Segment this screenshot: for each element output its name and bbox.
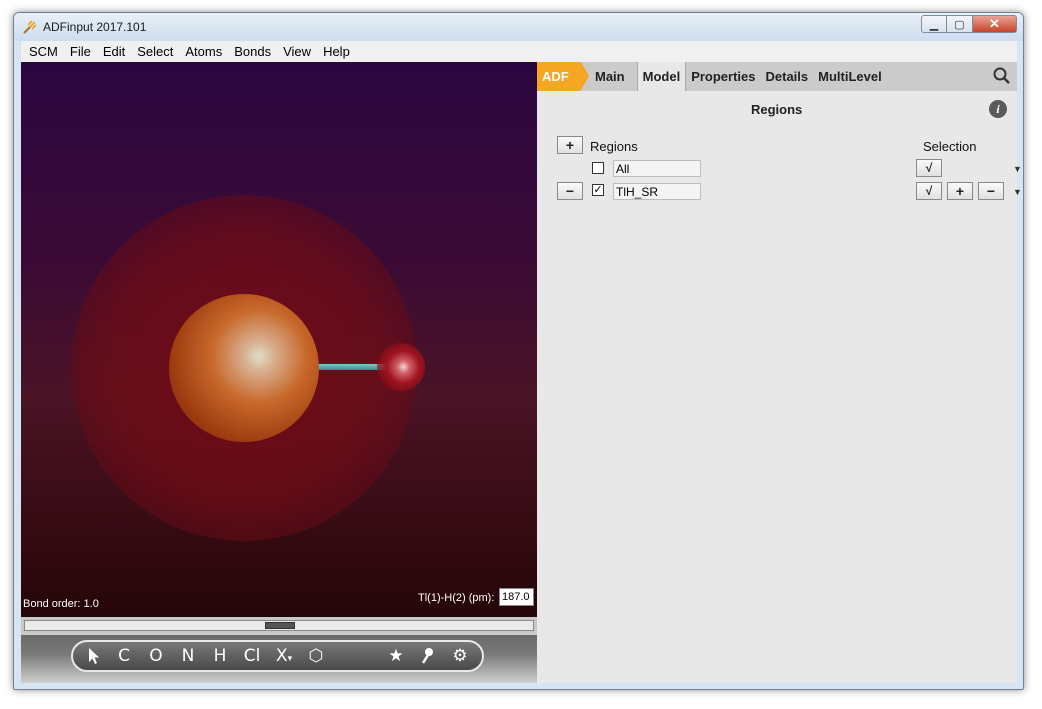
bond-order-label: Bond order: 1.0 [23, 598, 99, 610]
panel-title: Regions [751, 102, 803, 117]
bond-length-label: Tl(1)-H(2) (pm): [418, 592, 495, 604]
atom-tl[interactable] [169, 294, 319, 442]
window-title: ADFinput 2017.101 [43, 20, 147, 34]
tool-nitrogen[interactable]: N [179, 646, 197, 666]
menu-atoms[interactable]: Atoms [179, 44, 228, 59]
star-icon[interactable]: ★ [387, 646, 405, 666]
chevron-down-icon: ▾ [287, 654, 293, 664]
region-all-name[interactable]: All [613, 160, 701, 177]
tool-oxygen[interactable]: O [147, 646, 165, 666]
regions-header: Regions [590, 139, 638, 154]
horizontal-scrollbar[interactable] [21, 617, 537, 635]
tab-adf[interactable]: ADF [537, 62, 589, 91]
tab-model[interactable]: Model [636, 62, 687, 91]
tool-chlorine[interactable]: Cl [243, 646, 261, 666]
add-region-button[interactable]: + [557, 136, 583, 154]
region-tlh-name[interactable]: TlH_SR [613, 183, 701, 200]
pointer-icon[interactable] [87, 647, 101, 665]
region-all-dropdown-icon[interactable]: ▼ [1013, 164, 1022, 174]
atom-h[interactable] [377, 343, 425, 391]
title-bar: ADFinput 2017.101 ▁ ▢ ✕ [14, 13, 1023, 41]
tab-bar: ADF Main Model Properties Details MultiL… [537, 62, 1017, 91]
app-window: ADFinput 2017.101 ▁ ▢ ✕ SCM File Edit Se… [13, 12, 1024, 690]
search-icon[interactable] [993, 67, 1011, 85]
region-tlh-remove-selection-button[interactable]: − [978, 182, 1004, 200]
region-tlh-dropdown-icon[interactable]: ▼ [1013, 187, 1022, 197]
region-all-select-button[interactable]: √ [916, 159, 942, 177]
menu-select[interactable]: Select [131, 44, 179, 59]
menu-view[interactable]: View [277, 44, 317, 59]
tab-properties[interactable]: Properties [686, 62, 760, 91]
element-toolbar: C O N H Cl X▾ ⬡ ★ ⚙ [71, 640, 484, 672]
tool-hydrogen[interactable]: H [211, 646, 229, 666]
menu-help[interactable]: Help [317, 44, 356, 59]
pin-icon[interactable] [419, 647, 437, 665]
menu-edit[interactable]: Edit [97, 44, 131, 59]
bond-length-input[interactable]: 187.0 [499, 588, 534, 606]
tab-multilevel[interactable]: MultiLevel [813, 62, 887, 91]
molecule-viewport[interactable]: Bond order: 1.0 Tl(1)-H(2) (pm): 187.0 [21, 62, 537, 617]
region-all-checkbox[interactable] [592, 162, 604, 174]
tool-other-element[interactable]: X▾ [275, 646, 293, 666]
app-icon [23, 20, 37, 34]
region-tlh-checkbox[interactable]: ✓ [592, 184, 604, 196]
tool-x-label: X [275, 646, 288, 666]
tab-details[interactable]: Details [761, 62, 814, 91]
info-icon[interactable]: i [989, 100, 1007, 118]
ring-hexagon-icon[interactable]: ⬡ [307, 646, 325, 666]
properties-panel: ADF Main Model Properties Details MultiL… [537, 62, 1022, 683]
gear-icon[interactable]: ⚙ [451, 646, 469, 666]
menu-scm[interactable]: SCM [23, 44, 64, 59]
minimize-button[interactable]: ▁ [921, 15, 947, 33]
menu-bonds[interactable]: Bonds [228, 44, 277, 59]
menu-bar: SCM File Edit Select Atoms Bonds View He… [21, 41, 1017, 62]
remove-region-button[interactable]: − [557, 182, 583, 200]
scrollbar-thumb[interactable] [265, 622, 295, 629]
tool-carbon[interactable]: C [115, 646, 133, 666]
region-tlh-select-button[interactable]: √ [916, 182, 942, 200]
menu-file[interactable]: File [64, 44, 97, 59]
region-tlh-add-selection-button[interactable]: + [947, 182, 973, 200]
close-button[interactable]: ✕ [973, 15, 1017, 33]
scrollbar-track[interactable] [24, 620, 534, 631]
selection-header: Selection [923, 139, 977, 154]
tab-main[interactable]: Main [581, 62, 637, 91]
maximize-button[interactable]: ▢ [947, 15, 973, 33]
